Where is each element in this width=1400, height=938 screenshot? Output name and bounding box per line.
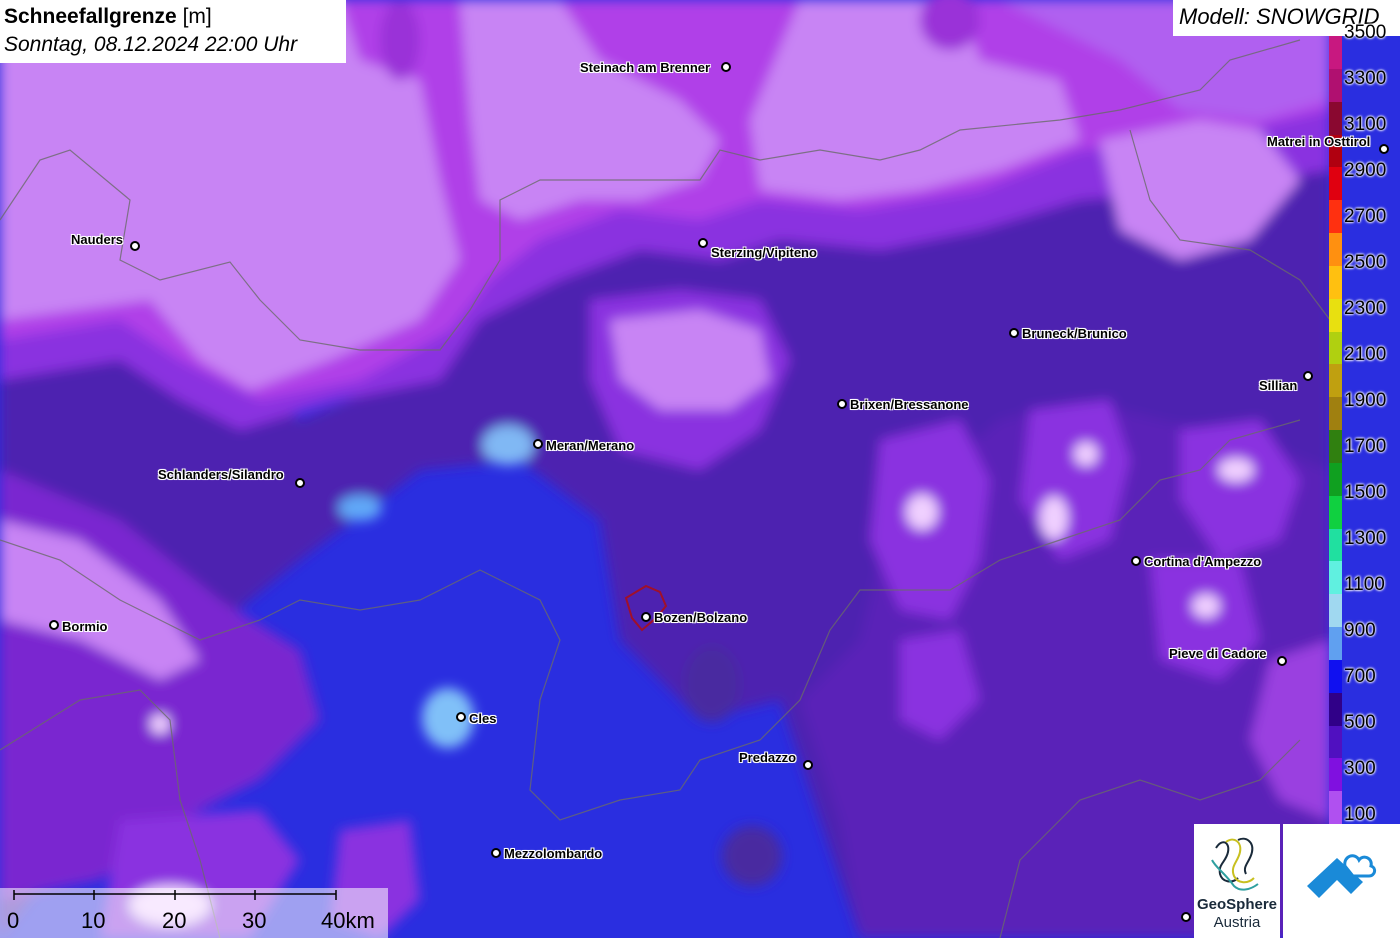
legend-color-swatch — [1329, 36, 1342, 70]
legend-label: 2100 — [1344, 344, 1387, 365]
city-marker-icon[interactable] — [1181, 912, 1191, 922]
scale-label: 40km — [321, 908, 375, 933]
legend-label: 300 — [1344, 758, 1376, 779]
city-marker-icon[interactable] — [295, 478, 305, 488]
geosphere-swirl-icon — [1211, 837, 1259, 891]
city-label[interactable]: Sterzing/Vipiteno — [711, 245, 817, 260]
city-label[interactable]: Brixen/Bressanone — [850, 397, 969, 412]
legend-label: 100 — [1344, 804, 1376, 825]
legend-color-swatch — [1329, 331, 1342, 365]
city-marker-icon[interactable] — [130, 241, 140, 251]
city-label[interactable]: Bruneck/Brunico — [1022, 326, 1127, 341]
legend-label: 2500 — [1344, 252, 1387, 273]
city-label[interactable]: Matrei in Osttirol — [1267, 134, 1370, 149]
city-label[interactable]: Cles — [469, 711, 496, 726]
legend-color-swatch — [1329, 791, 1342, 825]
legend-label: 700 — [1344, 666, 1376, 687]
legend-color-swatch — [1329, 528, 1342, 562]
legend-label: 1300 — [1344, 528, 1387, 549]
partner-logo[interactable] — [1283, 824, 1400, 938]
legend-color-swatch — [1329, 627, 1342, 661]
scale-bar: 0 10 20 30 40km — [0, 888, 388, 938]
city-marker-icon[interactable] — [456, 712, 466, 722]
legend-color-swatch — [1329, 430, 1342, 464]
legend-label: 2700 — [1344, 206, 1387, 227]
legend-color-swatch — [1329, 594, 1342, 628]
title-bold: Schneefallgrenze — [4, 5, 177, 28]
legend-label: 1900 — [1344, 390, 1387, 411]
legend-color-swatch — [1329, 101, 1342, 135]
legend-label: 900 — [1344, 620, 1376, 641]
city-marker-icon[interactable] — [491, 848, 501, 858]
city-label[interactable]: Mezzolombardo — [504, 846, 602, 861]
city-marker-icon[interactable] — [1131, 556, 1141, 566]
city-label[interactable]: Bozen/Bolzano — [654, 610, 747, 625]
city-label[interactable]: Sillian — [1259, 378, 1297, 393]
legend-color-swatch — [1329, 68, 1342, 103]
city-marker-icon[interactable] — [803, 760, 813, 770]
map-title-box: Schneefallgrenze [m] Sonntag, 08.12.2024… — [0, 0, 346, 63]
title-unit: [m] — [176, 5, 212, 28]
legend-label: 3300 — [1344, 68, 1387, 89]
city-label[interactable]: Cortina d'Ampezzo — [1144, 554, 1261, 569]
geosphere-logo[interactable]: GeoSphere Austria — [1194, 824, 1280, 938]
city-marker-icon[interactable] — [698, 238, 708, 248]
city-marker-icon[interactable] — [1009, 328, 1019, 338]
legend-color-swatch — [1329, 298, 1342, 332]
scale-label: 10 — [81, 908, 106, 933]
city-marker-icon[interactable] — [533, 439, 543, 449]
city-label[interactable]: Schlanders/Silandro — [158, 467, 284, 482]
scale-label: 20 — [162, 908, 187, 933]
color-legend-bar — [1329, 36, 1342, 825]
legend-color-swatch — [1329, 692, 1342, 726]
city-marker-icon[interactable] — [837, 399, 847, 409]
city-label[interactable]: Meran/Merano — [546, 438, 634, 453]
city-marker-icon[interactable] — [721, 62, 731, 72]
geosphere-logo-subtext: Austria — [1213, 914, 1261, 931]
geosphere-logo-text: GeoSphere — [1196, 896, 1278, 913]
legend-label: 3100 — [1344, 114, 1387, 135]
legend-color-swatch — [1329, 397, 1342, 431]
legend-label: 2300 — [1344, 298, 1387, 319]
city-marker-icon[interactable] — [49, 620, 59, 630]
legend-label: 1700 — [1344, 436, 1387, 457]
city-marker-icon[interactable] — [641, 612, 651, 622]
legend-label: 2900 — [1344, 160, 1387, 181]
legend-color-swatch — [1329, 233, 1342, 267]
legend-color-swatch — [1329, 659, 1342, 694]
city-label[interactable]: Steinach am Brenner — [580, 60, 710, 75]
legend-color-swatch — [1329, 200, 1342, 234]
legend-label: 1100 — [1344, 574, 1385, 595]
city-marker-icon[interactable] — [1379, 144, 1389, 154]
mountain-cloud-icon — [1307, 854, 1377, 898]
legend-label: 3500 — [1344, 22, 1387, 43]
legend-label: 500 — [1344, 712, 1376, 733]
scale-label: 0 — [7, 908, 20, 933]
map-subtitle: Sonntag, 08.12.2024 22:00 Uhr — [4, 33, 298, 56]
legend-color-swatch — [1329, 561, 1342, 595]
city-label[interactable]: Bormio — [62, 619, 108, 634]
legend-color-swatch — [1329, 167, 1342, 201]
legend-color-swatch — [1329, 725, 1342, 759]
city-label[interactable]: Pieve di Cadore — [1169, 646, 1267, 661]
city-label[interactable]: Predazzo — [739, 750, 796, 765]
legend-color-swatch — [1329, 495, 1342, 529]
legend-label: 1500 — [1344, 482, 1387, 503]
city-marker-icon[interactable] — [1277, 656, 1287, 666]
legend-color-swatch — [1329, 462, 1342, 497]
legend-color-swatch — [1329, 265, 1342, 300]
city-marker-icon[interactable] — [1303, 371, 1313, 381]
map-title: Schneefallgrenze [m] — [4, 4, 346, 30]
scale-label: 30 — [242, 908, 267, 933]
legend-color-swatch — [1329, 364, 1342, 398]
city-label[interactable]: Nauders — [71, 232, 123, 247]
legend-color-swatch — [1329, 758, 1342, 792]
